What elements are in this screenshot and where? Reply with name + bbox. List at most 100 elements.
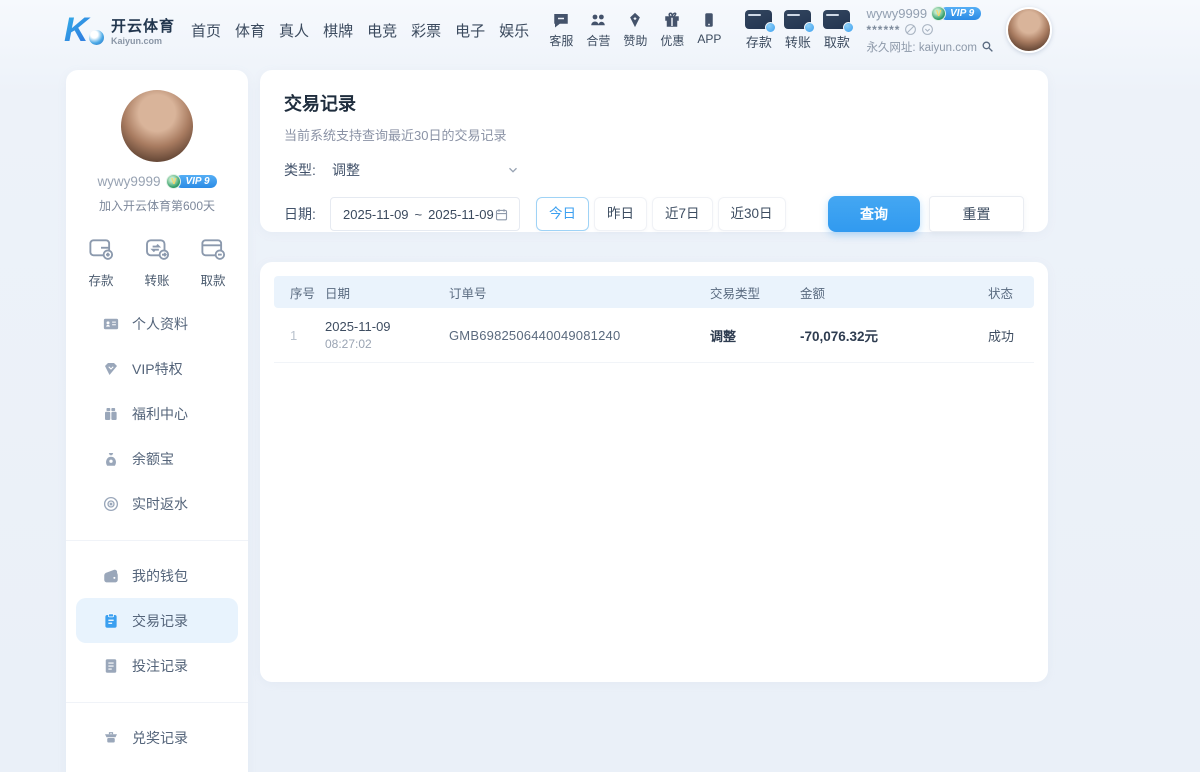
wallet-icon [102, 567, 120, 585]
brand-name: 开云体育 [111, 15, 175, 36]
type-selected-value: 调整 [332, 160, 360, 180]
deposit-outline-icon [86, 234, 116, 264]
chevron-down-icon [506, 163, 520, 177]
avatar[interactable] [1006, 7, 1052, 53]
sidebar-item-label: 我的钱包 [132, 566, 188, 586]
range-today-button[interactable]: 今日 [536, 197, 589, 231]
range-yesterday-button[interactable]: 昨日 [594, 197, 647, 231]
joined-days-label: 加入开云体育第600天 [99, 197, 215, 214]
diamond-icon [626, 11, 644, 29]
topbar-transfer-button[interactable]: 转账 [784, 10, 811, 51]
quick-links: 客服 合营 赞助 优惠 APP [549, 11, 721, 49]
sidebar-item-betting-records[interactable]: 投注记录 [76, 643, 238, 688]
brand-logo-icon: K [64, 10, 104, 50]
sidebar-item-label: 交易记录 [132, 611, 188, 631]
sidebar-menu-group-wallet: 我的钱包 交易记录 投注记录 [66, 540, 248, 694]
permanent-url: 永久网址: kaiyun.com [866, 39, 977, 55]
range-7days-button[interactable]: 近7日 [652, 197, 713, 231]
col-order-no: 订单号 [449, 283, 710, 302]
sidebar-item-realtime-rebate[interactable]: 实时返水 [76, 481, 238, 526]
nav-item-live-casino[interactable]: 真人 [279, 20, 309, 41]
phone-icon [700, 11, 718, 29]
quicklink-support[interactable]: 客服 [549, 11, 573, 49]
quicklink-label: 赞助 [623, 32, 647, 49]
user-name-row: wywy9999 V VIP 9 [866, 6, 994, 21]
sidebar-item-label: 福利中心 [132, 404, 188, 424]
balance-row: ****** [866, 23, 994, 37]
quicklink-sponsor[interactable]: 赞助 [623, 11, 647, 49]
main-nav: 首页 体育 真人 棋牌 电竞 彩票 电子 娱乐 [191, 20, 529, 41]
cell-date: 2025-11-09 [325, 319, 449, 334]
quicklink-label: 优惠 [660, 32, 684, 49]
type-label: 类型: [284, 160, 330, 180]
brand-domain: Kaiyun.com [111, 36, 175, 46]
masked-balance: ****** [866, 23, 900, 37]
quicklink-label: 合营 [586, 32, 610, 49]
sidebar-avatar[interactable] [121, 90, 193, 162]
calendar-icon [494, 207, 509, 222]
quicklink-app[interactable]: APP [697, 11, 721, 49]
quicklink-promotions[interactable]: 优惠 [660, 11, 684, 49]
sidebar-item-label: 兑奖记录 [132, 728, 188, 748]
vip-badge[interactable]: V VIP 9 [931, 6, 981, 21]
filter-actions: 查询 重置 [828, 196, 1024, 232]
sidebar-withdraw-button[interactable]: 取款 [198, 234, 228, 289]
cell-index: 1 [290, 328, 325, 343]
search-button[interactable]: 查询 [828, 196, 920, 232]
nav-item-lottery[interactable]: 彩票 [411, 20, 441, 41]
date-end: 2025-11-09 [428, 207, 494, 222]
sidebar-item-vip-privileges[interactable]: VIP特权 [76, 346, 238, 391]
magnifier-icon[interactable] [981, 40, 994, 53]
refresh-circle-icon[interactable] [921, 23, 934, 36]
type-filter-row: 类型: 调整 [284, 160, 1024, 180]
nav-item-sports[interactable]: 体育 [235, 20, 265, 41]
quicklink-partnership[interactable]: 合营 [586, 11, 610, 49]
quicklink-label: APP [697, 32, 721, 46]
cell-time: 08:27:02 [325, 337, 449, 351]
date-range-input[interactable]: 2025-11-09 ~ 2025-11-09 [330, 197, 520, 231]
nav-item-slots[interactable]: 电子 [455, 20, 485, 41]
nav-item-home[interactable]: 首页 [191, 20, 221, 41]
topbar-deposit-button[interactable]: 存款 [745, 10, 772, 51]
sidebar-username: wywy9999 [97, 174, 160, 189]
type-select[interactable]: 调整 [330, 160, 520, 180]
sidebar-vip-badge[interactable]: V VIP 9 [166, 174, 216, 189]
sidebar-menu-group-misc: 兑奖记录 消息中心 99+ [66, 702, 248, 772]
nav-item-esports[interactable]: 电竞 [367, 20, 397, 41]
deposit-badge-icon [765, 22, 776, 33]
sidebar-item-message-center[interactable]: 消息中心 99+ [76, 760, 238, 772]
eye-off-icon[interactable] [904, 23, 917, 36]
date-filter-row: 日期: 2025-11-09 ~ 2025-11-09 今日 昨日 近7日 近3… [284, 196, 1024, 232]
bets-document-icon [102, 657, 120, 675]
reset-button[interactable]: 重置 [929, 196, 1024, 232]
sidebar-profile-row: wywy9999 V VIP 9 [97, 174, 216, 189]
chat-icon [552, 11, 570, 29]
brand-logo[interactable]: K 开云体育 Kaiyun.com [64, 10, 175, 50]
nav-item-entertainment[interactable]: 娱乐 [499, 20, 529, 41]
sidebar-item-prize-records[interactable]: 兑奖记录 [76, 715, 238, 760]
nav-item-board-games[interactable]: 棋牌 [323, 20, 353, 41]
cell-datetime: 2025-11-09 08:27:02 [325, 319, 449, 351]
sidebar-transfer-button[interactable]: 转账 [142, 234, 172, 289]
page-title: 交易记录 [284, 90, 1048, 116]
page-subtitle: 当前系统支持查询最近30日的交易记录 [284, 125, 1048, 144]
vip-medal-icon: V [931, 6, 946, 21]
sidebar-item-transaction-records[interactable]: 交易记录 [76, 598, 238, 643]
sidebar-item-my-wallet[interactable]: 我的钱包 [76, 553, 238, 598]
quicklink-label: 客服 [549, 32, 573, 49]
range-30days-button[interactable]: 近30日 [718, 197, 786, 231]
date-label: 日期: [284, 204, 330, 224]
sidebar-item-welfare-center[interactable]: 福利中心 [76, 391, 238, 436]
people-icon [589, 11, 607, 29]
sidebar-deposit-button[interactable]: 存款 [86, 234, 116, 289]
date-range-value: 2025-11-09 ~ 2025-11-09 [343, 207, 494, 222]
topbar-withdraw-button[interactable]: 取款 [823, 10, 850, 51]
sidebar-item-yuebao[interactable]: 余额宝 [76, 436, 238, 481]
username: wywy9999 [866, 6, 927, 21]
vip-level-label: VIP 9 [940, 7, 981, 20]
date-separator: ~ [415, 207, 423, 222]
quick-action-label: 取款 [200, 270, 225, 289]
sidebar-item-profile[interactable]: 个人资料 [76, 301, 238, 346]
gift-icon [663, 11, 681, 29]
col-date: 日期 [325, 283, 449, 302]
